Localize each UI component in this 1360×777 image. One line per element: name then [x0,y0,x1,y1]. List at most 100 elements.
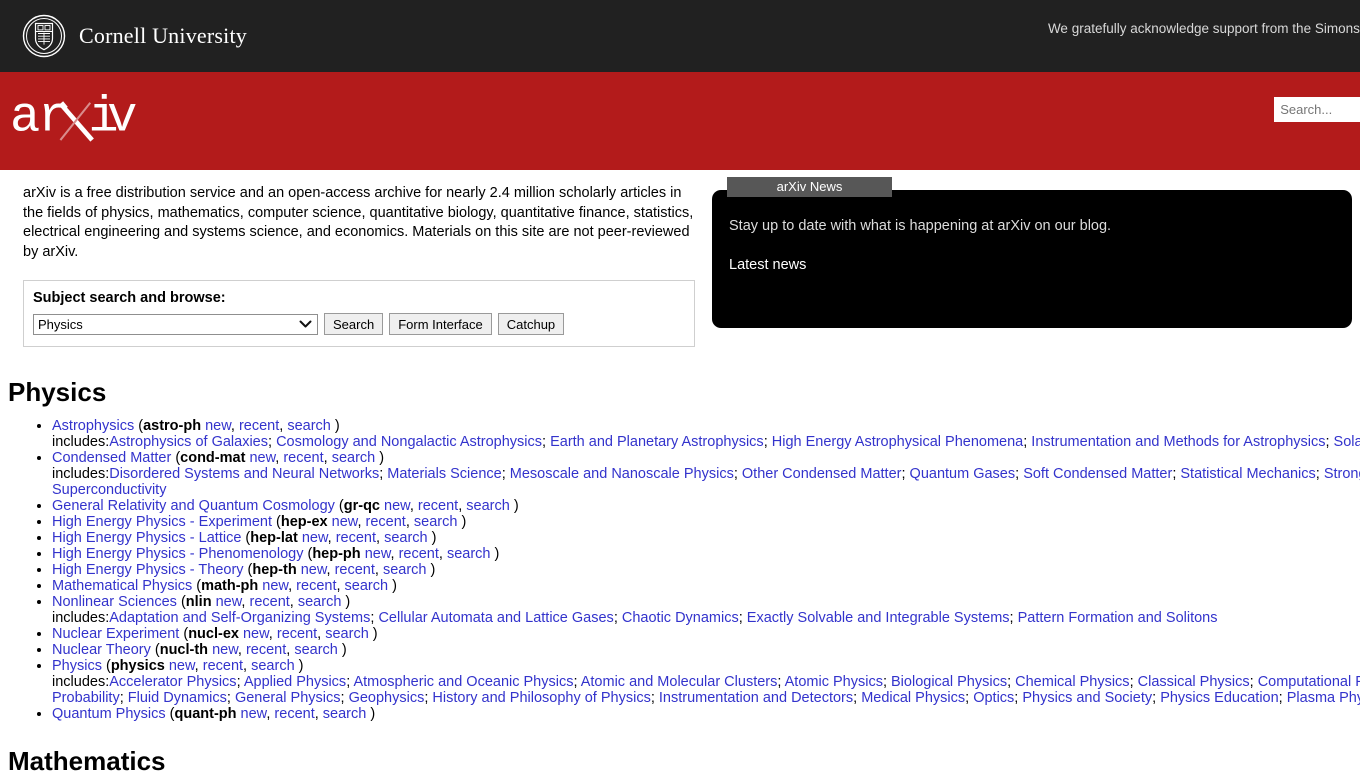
subcategory-link[interactable]: Instrumentation and Detectors [659,690,853,706]
category-name-link[interactable]: High Energy Physics - Experiment [52,514,272,530]
subcategory-link[interactable]: Soft Condensed Matter [1023,466,1172,482]
subject-select[interactable]: Physics [33,313,318,335]
subcategory-link[interactable]: Other Condensed Matter [742,466,902,482]
subcategory-link[interactable]: Geophysics [349,690,425,706]
subcategory-link[interactable]: Statistical Mechanics [1180,466,1315,482]
subcategory-link[interactable]: Solar and Stellar Astrophysics [1334,434,1360,450]
search-link[interactable]: search [298,594,342,610]
category-name-link[interactable]: Nuclear Experiment [52,626,179,642]
new-link[interactable]: new [262,578,288,594]
subcategory-link[interactable]: Superconductivity [52,482,166,498]
subcategory-link[interactable]: Atomic and Molecular Clusters [581,674,778,690]
category-name-link[interactable]: Physics [52,658,102,674]
subcategory-link[interactable]: Disordered Systems and Neural Networks [109,466,379,482]
subcategory-link[interactable]: Atomic Physics [785,674,883,690]
subcategory-link[interactable]: Chaotic Dynamics [622,610,739,626]
cornell-brand-link[interactable]: Cornell University [22,14,247,58]
recent-link[interactable]: recent [239,418,279,434]
search-link[interactable]: search [251,658,295,674]
subcategory-link[interactable]: Cosmology and Nongalactic Astrophysics [276,434,542,450]
recent-link[interactable]: recent [283,450,323,466]
subcategory-link[interactable]: Applied Physics [244,674,346,690]
subcategory-link[interactable]: Plasma Physics [1287,690,1360,706]
subcategory-link[interactable]: Chemical Physics [1015,674,1129,690]
arxiv-logo-link[interactable]: a r i v [10,72,150,144]
recent-link[interactable]: recent [418,498,458,514]
search-link[interactable]: search [383,562,427,578]
subcategory-link[interactable]: Pattern Formation and Solitons [1018,610,1218,626]
search-link[interactable]: search [323,706,367,722]
search-link[interactable]: search [384,530,428,546]
subcategory-link[interactable]: Materials Science [387,466,501,482]
subcategory-link[interactable]: General Physics [235,690,341,706]
search-link[interactable]: search [447,546,491,562]
recent-link[interactable]: recent [249,594,289,610]
subcategory-link[interactable]: Atmospheric and Oceanic Physics [353,674,573,690]
subcategory-link[interactable]: Strongly Correlated Electrons [1324,466,1360,482]
new-link[interactable]: new [384,498,410,514]
category-name-link[interactable]: Mathematical Physics [52,578,192,594]
subcategory-link[interactable]: Earth and Planetary Astrophysics [550,434,764,450]
category-name-link[interactable]: High Energy Physics - Theory [52,562,244,578]
form-interface-button[interactable]: Form Interface [389,313,492,336]
category-name-link[interactable]: Astrophysics [52,418,134,434]
new-link[interactable]: new [243,626,269,642]
new-link[interactable]: new [205,418,231,434]
category-name-link[interactable]: Condensed Matter [52,450,171,466]
recent-link[interactable]: recent [296,578,336,594]
subcategory-link[interactable]: Astrophysics of Galaxies [109,434,268,450]
subcategory-link[interactable]: Adaptation and Self-Organizing Systems [109,610,370,626]
new-link[interactable]: new [365,546,391,562]
new-link[interactable]: new [212,642,238,658]
new-link[interactable]: new [241,706,267,722]
recent-link[interactable]: recent [274,706,314,722]
subcategory-link[interactable]: Classical Physics [1138,674,1250,690]
category-name-link[interactable]: Quantum Physics [52,706,166,722]
latest-news-link[interactable]: Latest news [729,257,806,273]
search-link[interactable]: search [466,498,510,514]
recent-link[interactable]: recent [399,546,439,562]
subcategory-link[interactable]: Mesoscale and Nanoscale Physics [510,466,734,482]
subcategory-link[interactable]: Medical Physics [861,690,965,706]
search-link[interactable]: search [414,514,458,530]
new-link[interactable]: new [169,658,195,674]
search-input[interactable] [1274,97,1360,122]
category-name-link[interactable]: Nonlinear Sciences [52,594,177,610]
subcategory-link[interactable]: Quantum Gases [910,466,1016,482]
recent-link[interactable]: recent [203,658,243,674]
search-link[interactable]: search [287,418,331,434]
category-name-link[interactable]: High Energy Physics - Phenomenology [52,546,303,562]
subcategory-link[interactable]: Instrumentation and Methods for Astrophy… [1031,434,1325,450]
category-name-link[interactable]: Nuclear Theory [52,642,151,658]
search-link[interactable]: search [294,642,338,658]
search-link[interactable]: search [345,578,389,594]
search-link[interactable]: search [332,450,376,466]
new-link[interactable]: new [249,450,275,466]
subcategory-link[interactable]: Computational Physics [1258,674,1360,690]
new-link[interactable]: new [302,530,328,546]
subcategory-link[interactable]: Optics [973,690,1014,706]
new-link[interactable]: new [332,514,358,530]
subcategory-link[interactable]: Biological Physics [891,674,1007,690]
subcategory-link[interactable]: History and Philosophy of Physics [432,690,650,706]
new-link[interactable]: new [216,594,242,610]
recent-link[interactable]: recent [277,626,317,642]
recent-link[interactable]: recent [335,562,375,578]
subcategory-link[interactable]: Physics Education [1160,690,1278,706]
subject-search-button[interactable]: Search [324,313,384,336]
category-name-link[interactable]: High Energy Physics - Lattice [52,530,241,546]
subcategory-link[interactable]: Cellular Automata and Lattice Gases [378,610,613,626]
recent-link[interactable]: recent [246,642,286,658]
recent-link[interactable]: recent [336,530,376,546]
search-link[interactable]: search [325,626,369,642]
subcategory-link[interactable]: High Energy Astrophysical Phenomena [772,434,1023,450]
recent-link[interactable]: recent [366,514,406,530]
subcategory-link[interactable]: Accelerator Physics [109,674,236,690]
new-link[interactable]: new [301,562,327,578]
category-item: Condensed Matter (cond-mat new, recent, … [52,450,1360,498]
subcategory-link[interactable]: Physics and Society [1022,690,1152,706]
catchup-button[interactable]: Catchup [497,313,565,336]
subcategory-link[interactable]: Fluid Dynamics [128,690,227,706]
category-name-link[interactable]: General Relativity and Quantum Cosmology [52,498,335,514]
subcategory-link[interactable]: Exactly Solvable and Integrable Systems [747,610,1010,626]
